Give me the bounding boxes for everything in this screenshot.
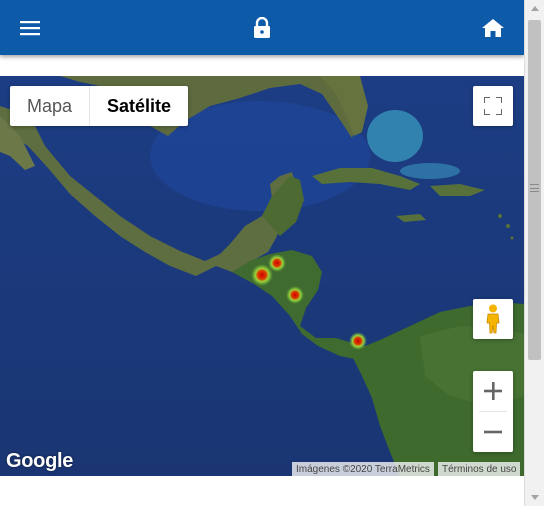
heatmap-point bbox=[349, 332, 367, 350]
imagery-credit: Imágenes ©2020 TerraMetrics bbox=[292, 462, 434, 476]
pegman-icon bbox=[486, 304, 500, 334]
map-view[interactable]: Mapa Satélite Google Imágenes ©2020 Terr… bbox=[0, 76, 524, 476]
vertical-scrollbar[interactable] bbox=[524, 0, 544, 506]
menu-button[interactable] bbox=[2, 0, 58, 55]
zoom-out-button[interactable] bbox=[473, 412, 513, 452]
heatmap-point bbox=[286, 286, 304, 304]
app-header bbox=[0, 0, 524, 55]
terms-of-use-link[interactable]: Términos de uso bbox=[438, 462, 521, 476]
hamburger-menu-icon bbox=[20, 20, 40, 35]
map-type-satellite-button[interactable]: Satélite bbox=[89, 86, 188, 126]
zoom-in-button[interactable] bbox=[473, 371, 513, 411]
heatmap-point bbox=[268, 254, 286, 272]
scrollbar-grip-icon bbox=[530, 184, 539, 192]
fullscreen-icon bbox=[484, 97, 502, 115]
home-button[interactable] bbox=[465, 0, 521, 55]
minus-icon bbox=[484, 430, 502, 434]
home-icon bbox=[482, 18, 504, 37]
zoom-control bbox=[473, 371, 513, 452]
fullscreen-button[interactable] bbox=[473, 86, 513, 126]
map-type-control: Mapa Satélite bbox=[10, 86, 189, 126]
caret-up-icon bbox=[530, 6, 539, 11]
plus-icon bbox=[484, 382, 502, 400]
street-view-pegman-button[interactable] bbox=[473, 299, 513, 339]
page: Mapa Satélite Google Imágenes ©2020 Terr… bbox=[0, 0, 544, 506]
scroll-down-arrow[interactable] bbox=[525, 489, 544, 506]
google-logo: Google bbox=[6, 450, 74, 472]
lock-icon bbox=[254, 16, 270, 38]
scroll-up-arrow[interactable] bbox=[525, 0, 544, 17]
map-type-map-button[interactable]: Mapa bbox=[10, 86, 89, 126]
satellite-imagery bbox=[0, 76, 524, 476]
lock-button[interactable] bbox=[234, 0, 290, 55]
caret-down-icon bbox=[530, 495, 539, 500]
